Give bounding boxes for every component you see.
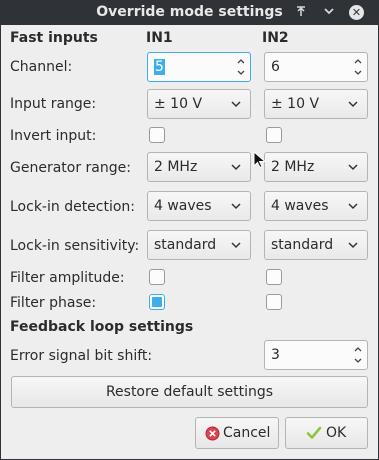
lockin-sensitivity-in2-value: standard bbox=[271, 237, 334, 253]
chevron-down-icon bbox=[231, 242, 241, 249]
section-feedback: Feedback loop settings bbox=[10, 319, 194, 335]
lockin-detection-label: Lock-in detection: bbox=[10, 199, 136, 215]
generator-range-in2-combo[interactable]: 2 MHz bbox=[264, 152, 368, 182]
cancel-icon bbox=[205, 426, 220, 441]
filter-amplitude-in2-checkbox[interactable] bbox=[266, 269, 282, 285]
cancel-button[interactable]: Cancel bbox=[195, 417, 279, 449]
lockin-detection-in1-value: 4 waves bbox=[154, 198, 212, 214]
spin-arrows-icon[interactable] bbox=[236, 55, 246, 79]
generator-range-in1-combo[interactable]: 2 MHz bbox=[147, 152, 251, 182]
dialog-body: Fast inputs IN1 IN2 Channel: 5 6 Input r… bbox=[1, 25, 378, 459]
dialog-window: Override mode settings ✕ Fast inputs IN1… bbox=[0, 0, 379, 460]
spin-arrows-icon[interactable] bbox=[353, 55, 363, 79]
checkmark-icon bbox=[306, 426, 322, 439]
invert-input-in1-checkbox[interactable] bbox=[149, 127, 165, 143]
input-range-in2-combo[interactable]: ± 10 V bbox=[264, 89, 368, 119]
input-range-label: Input range: bbox=[10, 96, 97, 112]
error-shift-label: Error signal bit shift: bbox=[10, 348, 153, 364]
lockin-sensitivity-in2-combo[interactable]: standard bbox=[264, 230, 368, 260]
lockin-detection-in2-value: 4 waves bbox=[271, 198, 329, 214]
restore-defaults-label: Restore default settings bbox=[105, 384, 274, 400]
mouse-cursor-icon bbox=[253, 151, 265, 169]
channel-in2-spinbox[interactable]: 6 bbox=[264, 52, 368, 82]
filter-phase-label: Filter phase: bbox=[10, 295, 97, 311]
lockin-detection-in2-combo[interactable]: 4 waves bbox=[264, 191, 368, 221]
chevron-down-icon bbox=[348, 164, 358, 171]
lockin-detection-in1-combo[interactable]: 4 waves bbox=[147, 191, 251, 221]
generator-range-label: Generator range: bbox=[10, 160, 131, 176]
input-range-in1-combo[interactable]: ± 10 V bbox=[147, 89, 251, 119]
chevron-down-icon bbox=[231, 164, 241, 171]
invert-input-label: Invert input: bbox=[10, 128, 97, 144]
lockin-sensitivity-in1-value: standard bbox=[154, 237, 217, 253]
input-range-in2-value: ± 10 V bbox=[271, 96, 320, 112]
generator-range-in1-value: 2 MHz bbox=[154, 159, 198, 175]
ok-label: OK bbox=[326, 425, 347, 441]
lockin-sensitivity-in1-combo[interactable]: standard bbox=[147, 230, 251, 260]
lockin-sensitivity-label: Lock-in sensitivity: bbox=[10, 238, 140, 254]
channel-in2-value: 6 bbox=[271, 59, 280, 75]
error-shift-value: 3 bbox=[271, 347, 280, 363]
minimize-icon[interactable] bbox=[321, 4, 337, 20]
column-header-in1: IN1 bbox=[146, 30, 173, 46]
title-bar: Override mode settings ✕ bbox=[0, 0, 379, 25]
section-fast-inputs: Fast inputs bbox=[10, 30, 98, 46]
filter-amplitude-in1-checkbox[interactable] bbox=[149, 269, 165, 285]
chevron-down-icon bbox=[348, 203, 358, 210]
column-header-in2: IN2 bbox=[262, 30, 289, 46]
chevron-down-icon bbox=[231, 101, 241, 108]
chevron-down-icon bbox=[231, 203, 241, 210]
ok-button[interactable]: OK bbox=[285, 417, 368, 449]
chevron-down-icon bbox=[348, 242, 358, 249]
chevron-down-icon bbox=[348, 101, 358, 108]
filter-phase-in2-checkbox[interactable] bbox=[266, 294, 282, 310]
channel-in1-value: 5 bbox=[154, 59, 165, 75]
channel-label: Channel: bbox=[10, 59, 73, 75]
channel-in1-spinbox[interactable]: 5 bbox=[147, 52, 251, 82]
filter-phase-in1-checkbox[interactable] bbox=[149, 294, 165, 310]
cancel-label: Cancel bbox=[223, 425, 271, 441]
generator-range-in2-value: 2 MHz bbox=[271, 159, 315, 175]
restore-defaults-button[interactable]: Restore default settings bbox=[11, 376, 368, 408]
error-shift-spinbox[interactable]: 3 bbox=[264, 340, 368, 370]
spin-arrows-icon[interactable] bbox=[353, 343, 363, 367]
input-range-in1-value: ± 10 V bbox=[154, 96, 203, 112]
filter-amplitude-label: Filter amplitude: bbox=[10, 270, 125, 286]
pin-icon[interactable] bbox=[293, 4, 309, 20]
invert-input-in2-checkbox[interactable] bbox=[266, 127, 282, 143]
close-icon[interactable]: ✕ bbox=[349, 5, 364, 20]
